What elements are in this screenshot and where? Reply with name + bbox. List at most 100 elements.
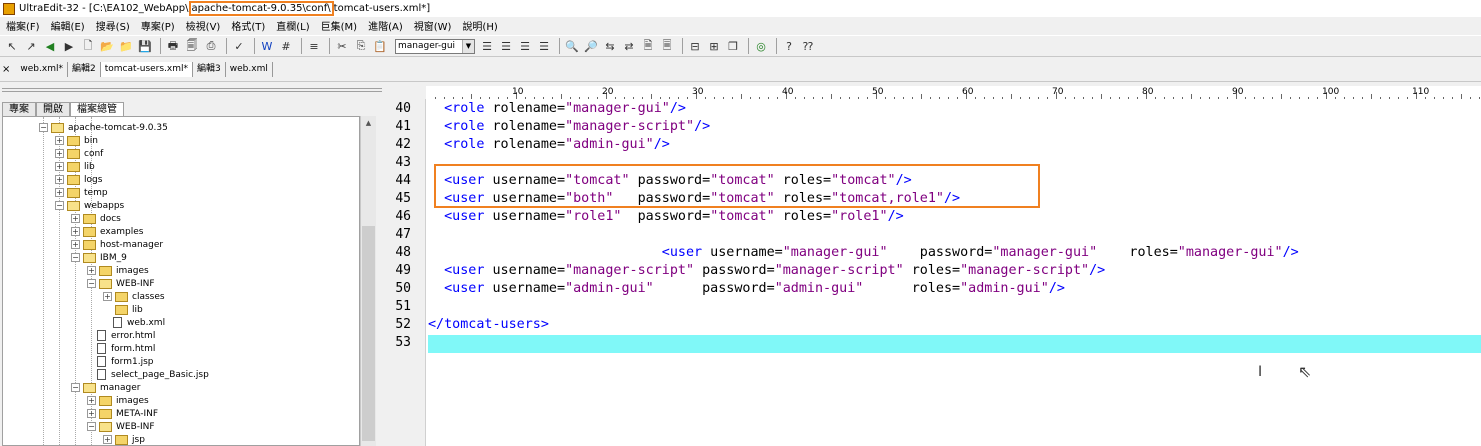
word-wrap-icon[interactable]: W [259,38,275,54]
menu-column[interactable]: 直欄(L) [276,18,309,33]
tree-item[interactable]: select_page_Basic.jsp [87,368,209,381]
expand-icon[interactable]: + [71,214,80,223]
menu-window[interactable]: 視窗(W) [414,18,452,33]
close-tab-icon[interactable]: × [2,64,10,75]
menu-format[interactable]: 格式(T) [231,18,265,33]
browser-view-icon[interactable]: ◎ [753,38,769,54]
align-center-icon[interactable]: ☰ [498,38,514,54]
line-numbers-icon[interactable]: # [278,38,294,54]
menu-macro[interactable]: 巨集(M) [321,18,357,33]
code-line[interactable]: <role rolename="manager-script"/> [428,119,710,134]
justify-icon[interactable]: ☰ [536,38,552,54]
code-line[interactable]: <user username="admin-gui" password="adm… [428,281,1065,296]
find-in-files-icon[interactable]: 🗎 [640,38,656,54]
context-help-icon[interactable]: ⁇ [800,38,816,54]
code-line[interactable]: <user username="role1" password="tomcat"… [428,209,904,224]
replace-in-files-icon[interactable]: 🗏 [659,38,675,54]
pane-splitter[interactable] [2,88,382,92]
tab-project[interactable]: 專案 [2,102,36,116]
code-editor[interactable]: 10 20 30 40 50 60 70 80 90 100 110 40 41 42 43 44 45 46 4… [386,86,1481,446]
collapse-icon[interactable]: − [87,422,96,431]
menu-advanced[interactable]: 進階(A) [368,18,403,33]
expand-icon[interactable]: + [87,396,96,405]
tab-edit-3[interactable]: 編輯3 [193,62,226,77]
chevron-down-icon[interactable]: ▼ [462,39,474,53]
tree-scrollbar[interactable]: ▲ [360,116,376,446]
tree-item[interactable]: − WEB-INF [87,277,155,290]
copy-icon[interactable]: ⎘ [353,38,369,54]
open-folder-icon[interactable]: 📂 [99,38,115,54]
expand-icon[interactable]: + [55,188,64,197]
replace-icon[interactable]: ⇄ [621,38,637,54]
print-icon[interactable]: 🖶 [165,38,181,54]
tab-open[interactable]: 開啟 [36,102,70,116]
collapse-icon[interactable]: − [71,383,80,392]
tree-item[interactable]: + images [87,394,149,407]
function-list-combo[interactable]: manager-gui ▼ [395,38,475,54]
expand-icon[interactable]: + [55,136,64,145]
menu-help[interactable]: 說明(H) [462,18,497,33]
tab-edit-2[interactable]: 編輯2 [68,62,101,77]
cut-icon[interactable]: ✂ [334,38,350,54]
expand-icon[interactable]: + [71,227,80,236]
align-right-icon[interactable]: ☰ [517,38,533,54]
code-line[interactable]: <role rolename="manager-gui"/> [428,101,686,116]
code-line[interactable]: </tomcat-users> [428,317,549,332]
paste-icon[interactable]: 📋 [372,38,388,54]
tab-tomcat-users[interactable]: tomcat-users.xml* [100,62,194,77]
tree-item[interactable]: + conf [55,147,103,160]
tree-item[interactable]: − apache-tomcat-9.0.35 [39,121,168,134]
close-file-icon[interactable]: 📁 [118,38,134,54]
new-file-icon[interactable]: 🗋 [80,38,96,54]
tree-item[interactable]: + bin [55,134,98,147]
save-icon[interactable]: 💾 [137,38,153,54]
menu-view[interactable]: 檢視(V) [186,18,221,33]
tree-item[interactable]: web.xml [103,316,165,329]
code-line[interactable]: <user username="manager-gui" password="m… [428,245,1299,260]
tree-item[interactable]: + classes [103,290,165,303]
tree-item[interactable]: + lib [55,160,95,173]
collapse-icon[interactable]: − [55,201,64,210]
tab-file-explorer[interactable]: 檔案總管 [70,102,124,116]
menu-edit[interactable]: 編輯(E) [51,18,85,33]
tree-item[interactable]: form.html [87,342,155,355]
expand-icon[interactable]: + [71,240,80,249]
expand-icon[interactable]: + [87,266,96,275]
split-vertical-icon[interactable]: ⊞ [706,38,722,54]
print-preview-icon[interactable]: 🗐 [184,38,200,54]
expand-icon[interactable]: + [87,409,96,418]
menu-file[interactable]: 檔案(F) [6,18,40,33]
tree-item[interactable]: form1.jsp [87,355,153,368]
help-icon[interactable]: ? [781,38,797,54]
scroll-up-icon[interactable]: ▲ [361,116,376,130]
tree-item[interactable]: − IBM_9 [71,251,127,264]
tab-web-xml-1[interactable]: web.xml* [16,62,68,77]
tree-item[interactable]: + host-manager [71,238,163,251]
find-next-icon[interactable]: 🔎 [583,38,599,54]
tab-web-xml-2[interactable]: web.xml [226,62,273,77]
find-prev-icon[interactable]: ⇆ [602,38,618,54]
tree-item[interactable]: + logs [55,173,102,186]
collapse-icon[interactable]: − [87,279,96,288]
expand-icon[interactable]: + [55,162,64,171]
scrollbar-thumb[interactable] [362,226,375,441]
back-arrow-icon[interactable]: ◀ [42,38,58,54]
expand-icon[interactable]: + [103,292,112,301]
tree-item[interactable]: − manager [71,381,140,394]
forward-arrow-icon[interactable]: ▶ [61,38,77,54]
tree-item[interactable]: + META-INF [87,407,158,420]
align-icon[interactable]: ≡ [306,38,322,54]
spell-check-icon[interactable]: ✓ [231,38,247,54]
collapse-icon[interactable]: − [71,253,80,262]
tree-item[interactable]: + temp [55,186,108,199]
jump-back-icon[interactable]: ↖ [4,38,20,54]
align-left-icon[interactable]: ☰ [479,38,495,54]
menu-search[interactable]: 搜尋(S) [96,18,130,33]
print-setup-icon[interactable]: ⎙ [203,38,219,54]
split-horizontal-icon[interactable]: ⊟ [687,38,703,54]
jump-forward-icon[interactable]: ↗ [23,38,39,54]
tree-item[interactable]: error.html [87,329,155,342]
tree-item[interactable]: + images [87,264,149,277]
cascade-icon[interactable]: ❐ [725,38,741,54]
tree-item[interactable]: − WEB-INF [87,420,155,433]
